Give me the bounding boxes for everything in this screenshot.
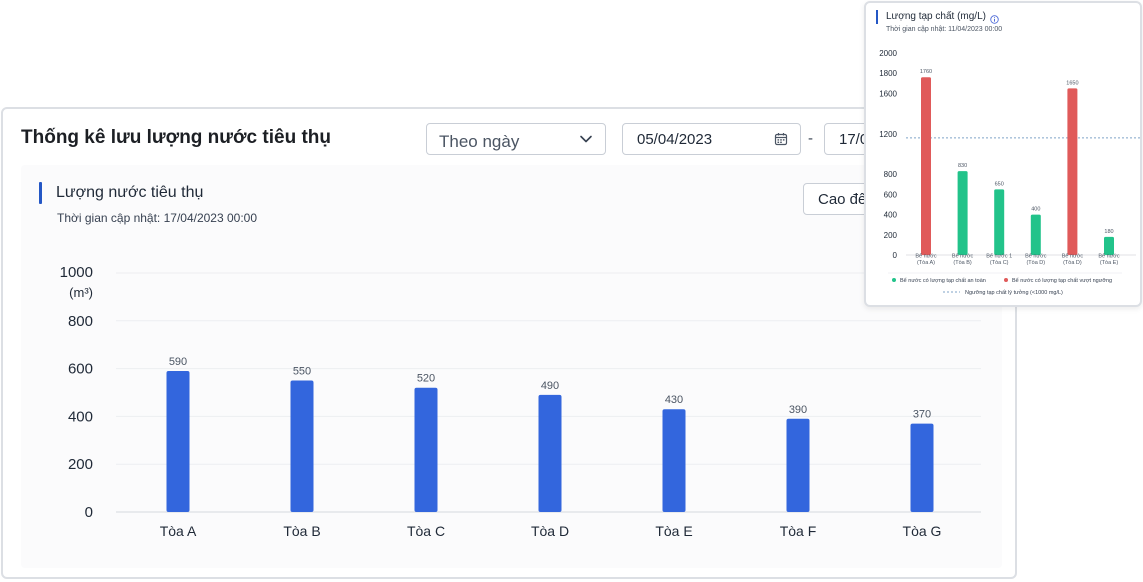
bar [957, 171, 968, 255]
bar [290, 380, 314, 512]
x-tick-label: Tòa D [531, 523, 569, 539]
y-tick-label: 800 [884, 170, 898, 179]
data-label: 400 [1031, 207, 1040, 213]
x-tick-label-line2: (Tòa A) [917, 260, 935, 266]
data-label: 830 [958, 163, 967, 169]
data-label: 390 [789, 404, 807, 416]
start-date-input[interactable]: 05/04/2023 [622, 123, 801, 155]
x-tick-label: Tòa B [283, 523, 320, 539]
x-tick-label-line1: Bể nước [952, 253, 974, 260]
x-tick-label-line2: (Tòa D) [1026, 260, 1045, 266]
bar [1030, 214, 1041, 255]
x-tick-label-line1: Bể nước [915, 253, 937, 260]
bar [414, 387, 438, 512]
x-tick-label-line1: Bể nước 1 [986, 253, 1012, 260]
bar [994, 189, 1005, 255]
consumption-bar-chart: 0 200 400 600 800 1000 (m³) 590 Tòa A 550 Tòa B 520… [60, 264, 981, 539]
bar [538, 394, 562, 512]
legend-marker-exceed [1004, 278, 1008, 282]
data-label: 590 [169, 356, 187, 368]
data-label: 430 [665, 394, 683, 406]
legend-label-exceed: Bể nước có lượng tạp chất vượt ngưỡng [1012, 277, 1112, 284]
x-tick-label: Tòa E [655, 523, 692, 539]
x-tick-label: Tòa G [903, 523, 942, 539]
x-tick-label-line2: (Tòa B) [953, 260, 972, 266]
bar [1104, 236, 1114, 255]
bar [166, 370, 190, 512]
bar [1067, 88, 1078, 255]
impurity-bar-chart: 0 200 400 600 800 1200 1600 1800 2000 1760 Bể nước… [879, 49, 1140, 296]
x-tick-label: Tòa C [407, 523, 445, 539]
y-tick-label: 400 [884, 211, 898, 220]
chevron-down-icon [579, 132, 593, 151]
x-tick-label-line1: Bể nước [1098, 253, 1120, 260]
y-tick-label: 0 [85, 504, 93, 521]
data-label: 490 [541, 380, 559, 392]
y-tick-label: 2000 [879, 49, 897, 58]
bar [910, 423, 934, 512]
consumption-chart-panel: Lượng nước tiêu thụ Thời gian cập nhật: … [21, 165, 1002, 568]
y-tick-label: 200 [68, 456, 93, 473]
y-tick-label: 400 [68, 408, 93, 425]
period-select-value: Theo ngày [439, 132, 520, 151]
bar [662, 409, 686, 512]
data-label: 1650 [1066, 80, 1078, 86]
y-tick-label: 1200 [879, 130, 897, 139]
x-tick-label-line2: (Tòa C) [990, 260, 1009, 266]
calendar-icon[interactable] [774, 132, 788, 151]
x-tick-label-line2: (Tòa D) [1063, 260, 1082, 266]
data-label: 550 [293, 366, 311, 378]
y-tick-label: 0 [893, 251, 898, 260]
y-tick-label: 600 [884, 190, 898, 199]
y-tick-label: 600 [68, 361, 93, 378]
legend-label-threshold: Ngưỡng tạp chất lý tưởng (<1000 mg/L) [965, 289, 1063, 296]
y-tick-label: 1600 [879, 89, 897, 98]
bar [921, 77, 931, 256]
data-label: 520 [417, 373, 435, 385]
legend-label-safe: Bể nước có lượng tạp chất an toàn [900, 277, 986, 284]
y-tick-label: 200 [884, 231, 898, 240]
x-tick-label-line1: Bể nước [1062, 253, 1084, 260]
date-range-separator: - [808, 130, 813, 147]
x-tick-label-line2: (Tòa E) [1100, 260, 1119, 266]
y-tick-label: 1000 [60, 264, 93, 281]
y-tick-label: 1800 [879, 69, 897, 78]
x-tick-label-line1: Bể nước [1025, 253, 1047, 260]
bar [786, 418, 810, 512]
y-tick-label: 800 [68, 313, 93, 330]
data-label: 180 [1104, 229, 1113, 235]
data-label: 1760 [920, 69, 932, 75]
x-tick-label: Tòa F [780, 523, 817, 539]
start-date-value: 05/04/2023 [637, 131, 713, 148]
page-title: Thống kê lưu lượng nước tiêu thụ [21, 127, 331, 148]
data-label: 650 [995, 181, 1004, 187]
impurity-popup-card: Lượng tạp chất (mg/L) Thời gian cập nhật… [864, 1, 1142, 307]
legend-marker-safe [892, 278, 896, 282]
y-axis-label: (m³) [69, 285, 93, 300]
data-label: 370 [913, 409, 931, 421]
period-select[interactable]: Theo ngày [426, 123, 606, 155]
x-tick-label: Tòa A [160, 523, 197, 539]
